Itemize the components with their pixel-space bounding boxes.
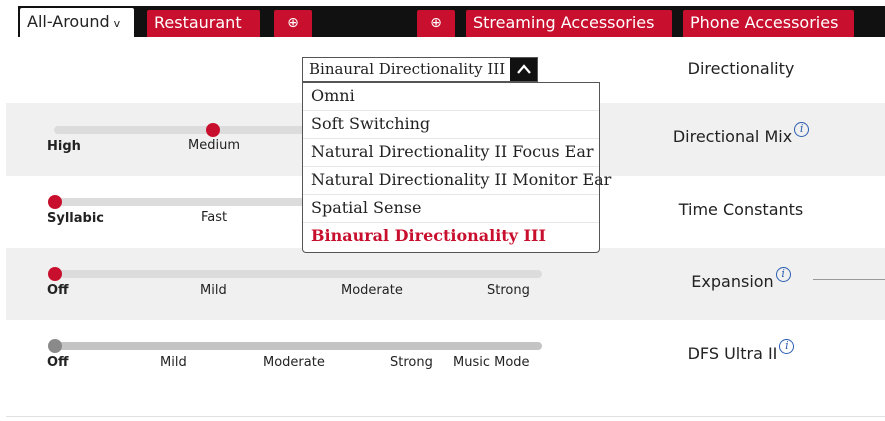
dfs-ultra-row: Off Mild Moderate Strong Music Mode DFS … xyxy=(6,320,885,392)
tab-all-around[interactable]: All-Around v xyxy=(20,8,134,37)
tick-label: Music Mode xyxy=(453,355,530,370)
tab-streaming-accessories[interactable]: Streaming Accessories xyxy=(466,10,672,37)
tab-bar: All-Around v Restaurant ⊕ ⊕ Streaming Acc… xyxy=(0,0,885,37)
option-spatial-sense[interactable]: Spatial Sense xyxy=(303,195,599,223)
directional-mix-slider-handle[interactable] xyxy=(206,123,220,137)
info-icon[interactable]: i xyxy=(775,267,791,282)
label-text: DFS Ultra II xyxy=(687,344,778,363)
chevron-down-icon: v xyxy=(113,17,121,30)
option-natural-directionality-monitor[interactable]: Natural Directionality II Monitor Ear xyxy=(303,167,611,195)
add-icon: ⊕ xyxy=(430,15,442,31)
tick-label: Medium xyxy=(188,138,240,153)
add-tab-button[interactable]: ⊕ xyxy=(274,10,312,37)
label-text: Directional Mix xyxy=(672,127,793,146)
tick-label: Syllabic xyxy=(47,211,104,226)
tick-label: Moderate xyxy=(341,283,403,298)
tick-label: Off xyxy=(47,283,69,298)
tick-label: Strong xyxy=(390,355,433,370)
info-icon[interactable]: i xyxy=(779,339,795,354)
tab-restaurant[interactable]: Restaurant xyxy=(147,10,260,37)
dropdown-toggle-button[interactable] xyxy=(510,58,537,81)
expansion-row: Off Mild Moderate Strong Expansion i xyxy=(6,248,885,320)
add-icon: ⊕ xyxy=(287,15,299,31)
selected-value: Binaural Directionality III xyxy=(309,60,506,78)
divider-line xyxy=(6,416,885,417)
tab-label: Streaming Accessories xyxy=(473,13,655,32)
time-constants-label: Time Constants xyxy=(678,200,804,219)
dfs-ultra-label: DFS Ultra II i xyxy=(606,339,876,363)
time-constants-slider-handle[interactable] xyxy=(48,195,62,209)
tab-phone-accessories[interactable]: Phone Accessories xyxy=(683,10,854,37)
directionality-select[interactable]: Binaural Directionality III xyxy=(302,57,538,82)
tab-label: Restaurant xyxy=(154,13,242,32)
directionality-options-list: Omni Soft Switching Natural Directionali… xyxy=(302,82,611,253)
option-binaural-directionality[interactable]: Binaural Directionality III xyxy=(303,223,599,251)
option-soft-switching[interactable]: Soft Switching xyxy=(303,111,599,139)
option-omni[interactable]: Omni xyxy=(303,83,599,111)
info-icon[interactable]: i xyxy=(794,122,810,137)
option-natural-directionality-focus[interactable]: Natural Directionality II Focus Ear xyxy=(303,139,599,167)
tick-label: Strong xyxy=(487,283,530,298)
tab-label: Phone Accessories xyxy=(690,13,839,32)
tick-label: Mild xyxy=(200,283,227,298)
expansion-slider-track[interactable] xyxy=(54,270,542,278)
directional-mix-label: Directional Mix i xyxy=(606,122,876,146)
expansion-slider-handle[interactable] xyxy=(48,267,62,281)
tick-label: Moderate xyxy=(263,355,325,370)
dfs-slider-track[interactable] xyxy=(54,342,542,350)
dfs-slider-handle[interactable] xyxy=(48,339,62,353)
divider-line xyxy=(813,279,885,280)
chevron-up-icon xyxy=(516,64,531,74)
label-text: Expansion xyxy=(691,272,774,291)
tick-label: Mild xyxy=(160,355,187,370)
directionality-label: Directionality xyxy=(687,59,795,78)
add-tab-button[interactable]: ⊕ xyxy=(417,10,455,37)
tick-label: High xyxy=(47,139,81,154)
tick-label: Fast xyxy=(201,210,228,225)
tick-label: Off xyxy=(47,355,69,370)
tab-label: All-Around xyxy=(27,12,110,31)
expansion-label: Expansion i xyxy=(606,267,876,291)
